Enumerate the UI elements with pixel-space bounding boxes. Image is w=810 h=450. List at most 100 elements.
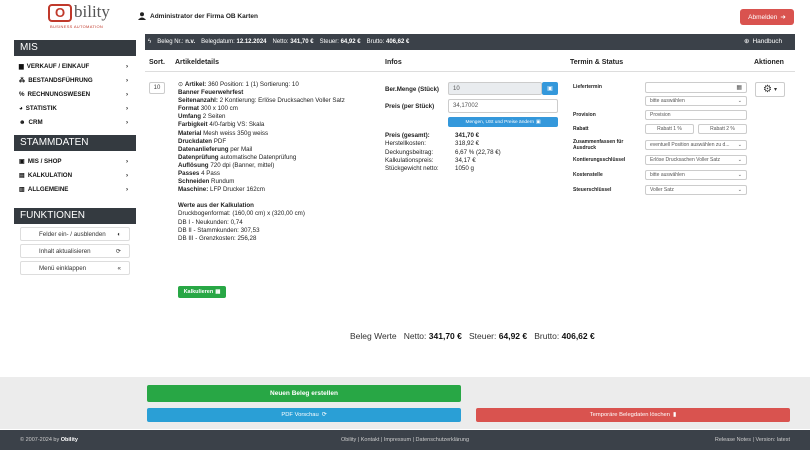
sidebar-item-allgemeine[interactable]: ▥ ALLGEMEINE ›: [14, 182, 136, 196]
calculator-icon: ▤: [19, 171, 25, 179]
price-row: Preis (gesamt): 341,70 €: [385, 132, 480, 139]
preis-input[interactable]: 34,17002: [448, 99, 558, 113]
chevron-right-icon: ›: [125, 157, 128, 165]
beleg-summary: Beleg Werte Netto: 341,70 € Steuer: 64,9…: [350, 331, 595, 341]
pdf-preview-button[interactable]: PDF Vorschau ⟳: [147, 408, 461, 422]
percent-icon: %: [19, 90, 25, 98]
actions-dropdown-button[interactable]: ⚙ ▾: [755, 82, 785, 97]
logout-label: Abmelden: [748, 13, 778, 21]
save-icon: ▣: [536, 119, 541, 125]
calendar-icon: ▦: [736, 85, 742, 91]
footer: © 2007-2024 by Obility Obility | Kontakt…: [0, 430, 810, 450]
logo-tagline: BUSINESS AUTOMATION: [50, 24, 104, 29]
chevron-right-icon: ›: [125, 62, 128, 70]
handbuch-link[interactable]: ⊕ Handbuch: [744, 37, 782, 46]
chevron-down-icon: ⌄: [737, 157, 742, 163]
preis-label: Preis (per Stück): [385, 103, 435, 110]
detail-row: Auflösung 720 dpi (Banner, mittel): [178, 161, 275, 169]
sidebar-item-label: MIS / SHOP: [27, 157, 62, 165]
sidebar: MIS ▆ VERKAUF / EINKAUF › ⁂ BESTANDSFÜHRUNG…: [14, 40, 136, 330]
release-notes-link[interactable]: Release Notes | Version: latest: [715, 437, 790, 443]
kalk-line: Druckbogenformat: (160,00 cm) x (320,00 …: [178, 210, 305, 218]
artikel-line: ⊙ Artikel: 360 Position: 1 (1) Sortierun…: [178, 81, 299, 88]
detail-row: Farbigkeit 4/0-farbig VS: Skala: [178, 121, 265, 129]
artikel-name: Banner Feuerwehrfest: [178, 89, 244, 97]
toggle-icon: ◐: [117, 230, 121, 238]
kalk-line: DB III - Grenzkosten: 256,28: [178, 234, 257, 242]
sidebar-item-crm[interactable]: ☻ CRM ›: [14, 115, 136, 129]
menge-input[interactable]: 10: [448, 82, 542, 95]
provision-label: Provision: [573, 112, 596, 118]
rabatt1-input[interactable]: Rabatt 1 %: [645, 124, 694, 134]
kalkulieren-button[interactable]: Kalkulieren ▦: [178, 286, 226, 298]
steuerschluessel-select[interactable]: Voller Satz ⌄: [645, 185, 747, 195]
logout-button[interactable]: Abmelden ➜: [740, 9, 794, 25]
button-label: Felder ein- / ausblenden: [39, 230, 106, 238]
liefertermin-date-input[interactable]: ▦: [645, 82, 747, 93]
chevron-down-icon: ⌄: [737, 172, 742, 178]
file-icon: ▆: [19, 62, 24, 70]
logo-mark: O: [48, 4, 72, 22]
sidebar-item-kalkulation[interactable]: ▤ KALKULATION ›: [14, 168, 136, 182]
liefertermin-select[interactable]: bitte auswählen ⌄: [645, 96, 747, 106]
sidebar-item-label: RECHNUNGSWESEN: [27, 90, 91, 98]
bolt-icon: ϟ: [148, 39, 152, 45]
user-icon: [138, 12, 146, 20]
recalc-button[interactable]: Mengen, USt und Preise ändern ▣: [448, 117, 558, 127]
save-icon[interactable]: ▣: [542, 82, 558, 95]
chevron-right-icon: ›: [125, 185, 128, 193]
kostenstelle-label: Kostenstelle: [573, 172, 603, 178]
chevron-down-icon: ⌄: [737, 187, 742, 193]
delete-label: Temporäre Belegdaten löschen: [589, 412, 671, 418]
double-chevron-left-icon: «: [117, 264, 121, 272]
kalk-line: DB II - Stammkunden: 307,53: [178, 226, 260, 234]
delete-temp-button[interactable]: Temporäre Belegdaten löschen ▮: [476, 408, 790, 422]
chevron-down-icon: ⌄: [737, 98, 742, 104]
sidebar-item-shop[interactable]: ▣ MIS / SHOP ›: [14, 154, 136, 168]
kostenstelle-select[interactable]: bitte auswählen ⌄: [645, 170, 747, 180]
beleg-brutto: Brutto: 406,62 €: [366, 39, 410, 45]
provision-input[interactable]: Provision: [645, 110, 747, 120]
chevron-right-icon: ›: [125, 76, 128, 84]
new-beleg-button[interactable]: Neuen Beleg erstellen: [147, 385, 461, 402]
rabatt-label: Rabatt: [573, 126, 589, 132]
help-icon: ⊕: [744, 38, 750, 45]
chevron-right-icon: ›: [125, 90, 128, 98]
menge-label: Ber.Menge (Stück): [385, 86, 439, 93]
toggle-fields-button[interactable]: Felder ein- / ausblenden ◐: [20, 227, 130, 241]
collapse-menu-button[interactable]: Menü einklappen «: [20, 261, 130, 275]
column-header-infos: Infos: [385, 59, 402, 66]
bank-icon: ▥: [19, 185, 25, 193]
price-row: Stückgewicht netto: 1050 g: [385, 165, 474, 173]
kalk-title: Werte aus der Kalkulation: [178, 202, 254, 210]
admin-label: Administrator der Firma OB Karten: [150, 12, 258, 20]
footer-links[interactable]: Obility | Kontakt | Impressum | Datensch…: [0, 437, 810, 443]
pdf-label: PDF Vorschau: [281, 412, 319, 418]
chevron-down-icon: ⌄: [737, 142, 742, 148]
zusammen-label: Zusammenfassen für Ausdruck: [573, 139, 624, 151]
kontierung-select[interactable]: Erlöse Drucksachen Voller Satz ⌄: [645, 155, 747, 165]
sort-field[interactable]: 10: [149, 82, 165, 94]
detail-row: Format 300 x 100 cm: [178, 105, 238, 113]
sidebar-item-verkauf[interactable]: ▆ VERKAUF / EINKAUF ›: [14, 59, 136, 73]
admin-info: Administrator der Firma OB Karten: [138, 12, 258, 20]
rabatt2-input[interactable]: Rabatt 2 %: [698, 124, 747, 134]
recalc-label: Mengen, USt und Preise ändern: [465, 119, 534, 125]
sidebar-item-label: BESTANDSFÜHRUNG: [28, 76, 93, 84]
beleg-netto: Netto: 341,70 €: [272, 39, 314, 45]
column-header-artikel: Artikeldetails: [175, 59, 219, 66]
sidebar-item-statistik[interactable]: ◕ STATISTIK ›: [14, 101, 136, 115]
sidebar-item-bestand[interactable]: ⁂ BESTANDSFÜHRUNG ›: [14, 73, 136, 87]
detail-row: Passes 4 Pass: [178, 170, 220, 178]
users-icon: ☻: [19, 118, 26, 126]
detail-row: Schneiden Rundum: [178, 178, 235, 186]
sidebar-item-rechnung[interactable]: % RECHNUNGSWESEN ›: [14, 87, 136, 101]
beleg-nr: Beleg Nr.: n.v.: [157, 39, 196, 45]
zusammen-select[interactable]: eventuell Position auswählen zu d... ⌄: [645, 140, 747, 150]
logo[interactable]: O bility BUSINESS AUTOMATION: [48, 2, 110, 29]
cubes-icon: ⁂: [19, 76, 26, 84]
refresh-content-button[interactable]: Inhalt aktualisieren ⟳: [20, 244, 130, 258]
circle-icon: ⊙: [178, 81, 184, 88]
price-row: Kalkulationspreis: 34,17 €: [385, 156, 476, 164]
steuerschluessel-label: Steuerschlüssel: [573, 187, 612, 193]
